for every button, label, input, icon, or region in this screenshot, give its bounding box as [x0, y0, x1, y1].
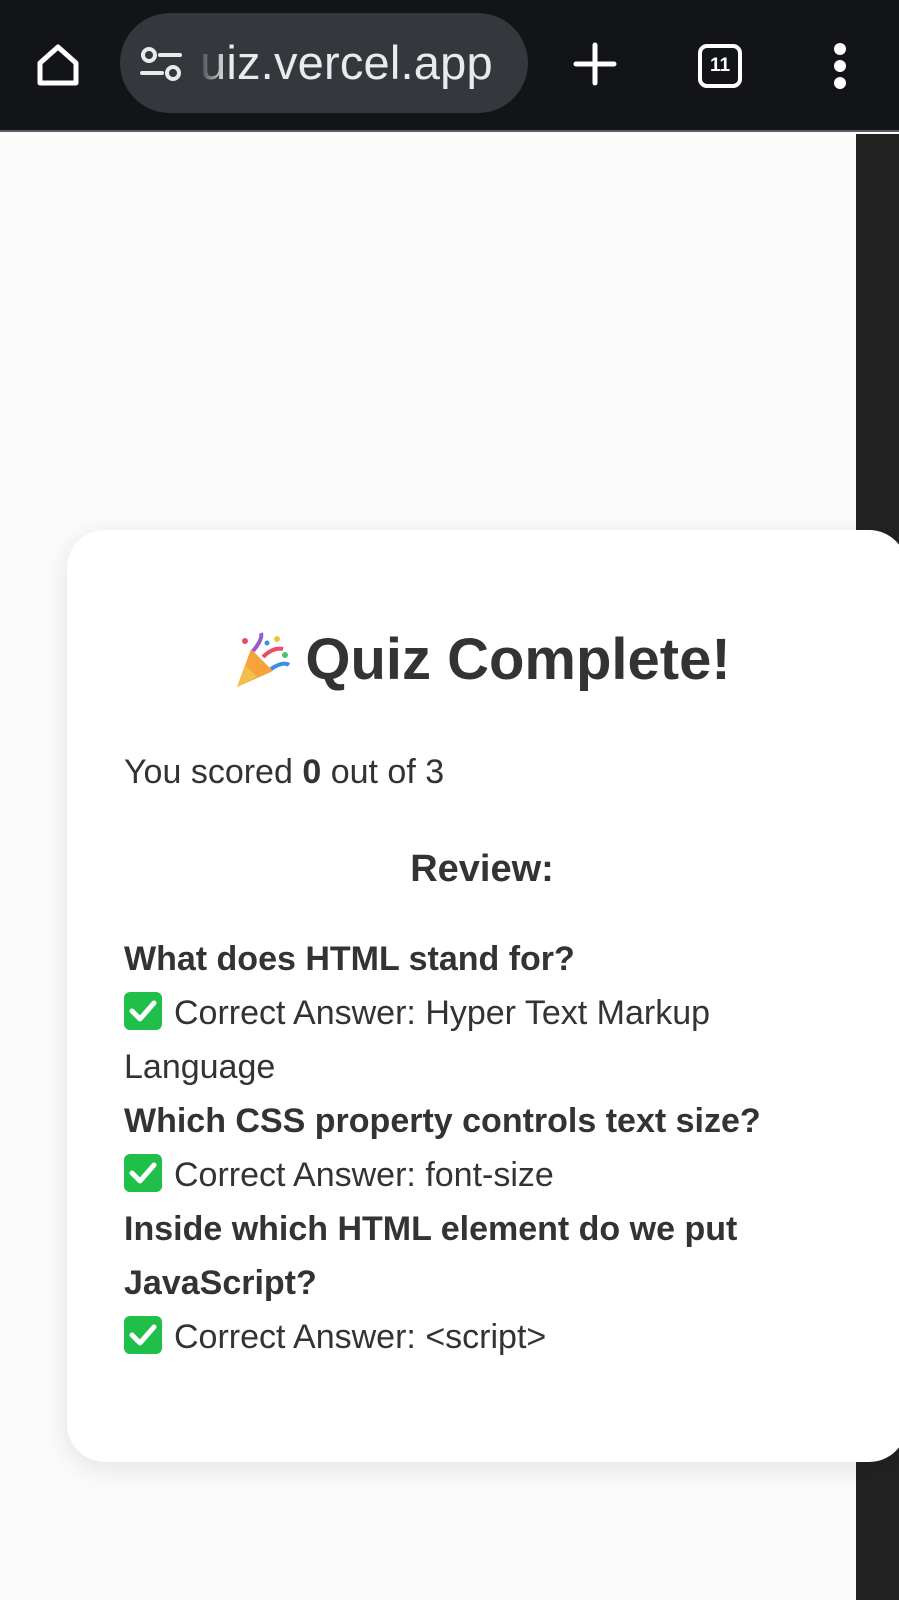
page-title: Quiz Complete!: [124, 625, 840, 695]
more-vert-icon: [834, 43, 846, 89]
review-heading: Review:: [410, 848, 554, 890]
review-list: What does HTML stand for? Correct Answer…: [124, 932, 764, 1364]
home-button[interactable]: [26, 33, 90, 97]
review-item: What does HTML stand for? Correct Answer…: [124, 932, 764, 1094]
score-prefix: You scored: [124, 753, 293, 791]
review-question: What does HTML stand for?: [124, 940, 575, 978]
address-bar[interactable]: uiz.vercel.app: [120, 13, 528, 113]
url-fade-overlay: [186, 13, 226, 113]
score-summary: You scored 0 out of 3: [124, 750, 899, 794]
check-mark-icon: [124, 1316, 162, 1354]
score-value: 0: [302, 753, 322, 791]
title-text: Quiz Complete!: [305, 627, 731, 692]
answer-label: Correct Answer:: [174, 1318, 416, 1356]
review-item: Which CSS property controls text size? C…: [124, 1094, 764, 1202]
browser-toolbar: uiz.vercel.app 11: [0, 0, 899, 132]
review-answer: Correct Answer: Hyper Text Markup Langua…: [124, 986, 764, 1094]
plus-icon: [573, 42, 617, 86]
tab-switcher-button[interactable]: 11: [695, 41, 745, 91]
home-icon: [37, 44, 79, 86]
answer-label: Correct Answer:: [174, 994, 416, 1032]
review-question: Which CSS property controls text size?: [124, 1102, 761, 1140]
review-answer: Correct Answer: font-size: [124, 1148, 764, 1202]
results-card: Quiz Complete! You scored 0 out of 3 Rev…: [67, 530, 899, 1462]
review-question: Inside which HTML element do we put Java…: [124, 1210, 738, 1302]
check-mark-icon: [124, 992, 162, 1030]
check-mark-icon: [124, 1154, 162, 1192]
tab-count: 11: [709, 55, 731, 76]
party-popper-icon: [237, 632, 291, 687]
review-answer: Correct Answer: <script>: [124, 1310, 764, 1364]
answer-label: Correct Answer:: [174, 1156, 416, 1194]
more-options-button[interactable]: [818, 36, 862, 96]
answer-text: font-size: [425, 1156, 554, 1194]
tab-switcher-icon: 11: [698, 44, 742, 88]
answer-text: <script>: [425, 1318, 547, 1356]
review-item: Inside which HTML element do we put Java…: [124, 1202, 764, 1364]
url-text[interactable]: uiz.vercel.app: [200, 35, 493, 91]
site-settings-icon[interactable]: [140, 43, 182, 85]
score-suffix: out of 3: [330, 753, 445, 791]
new-tab-button[interactable]: [565, 34, 625, 94]
